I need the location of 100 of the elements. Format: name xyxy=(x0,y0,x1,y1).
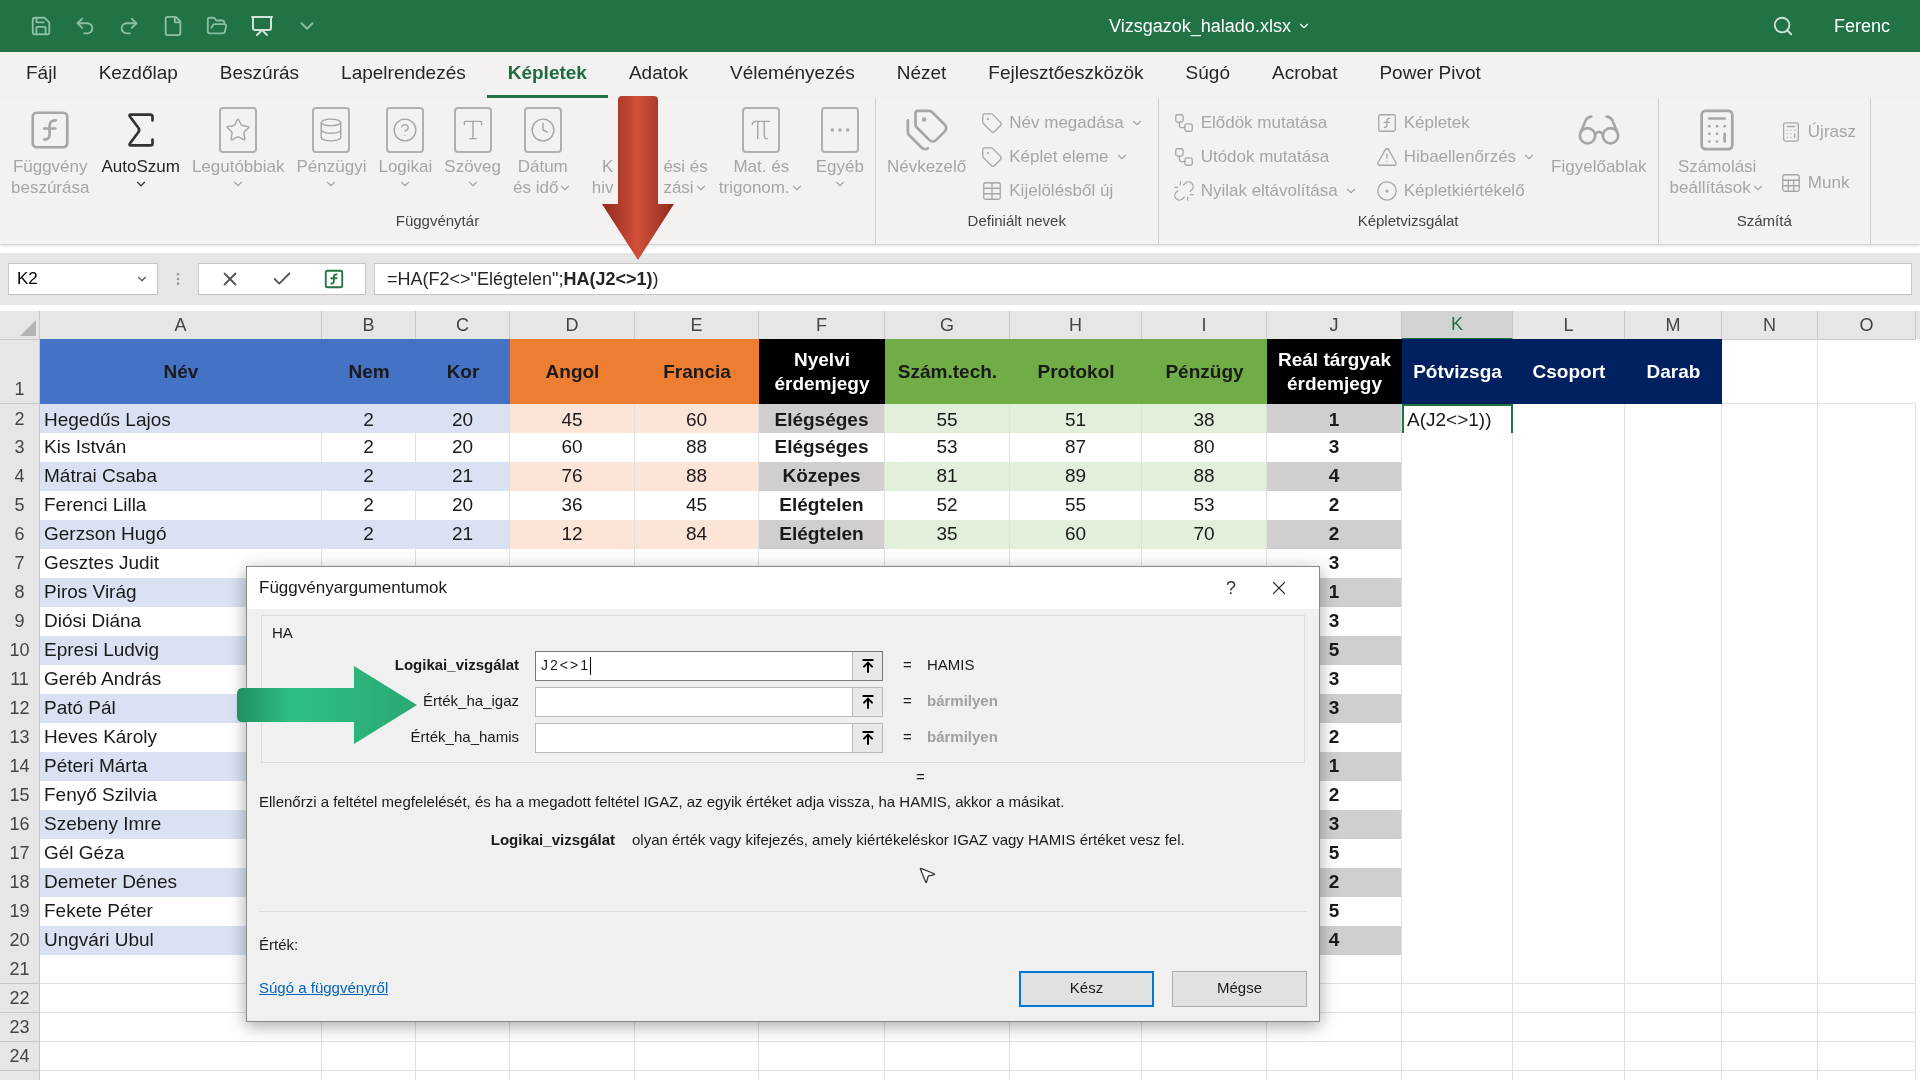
trace-icon xyxy=(1172,146,1195,168)
ribbon-tab[interactable]: Acrobat xyxy=(1250,52,1359,98)
table-cell: 76 xyxy=(510,462,635,492)
header-cell: Angol xyxy=(510,339,635,404)
equals-sign: = xyxy=(903,691,913,712)
row-header[interactable]: 11 xyxy=(0,665,40,695)
question-book-icon xyxy=(386,107,425,153)
group-label: Számítá xyxy=(1735,211,1793,231)
argument-description: olyan érték vagy kifejezés, amely kiértékeléskor IGAZ vagy HAMIS értéket vesz fel. xyxy=(632,829,1185,850)
argument-result: bármilyen xyxy=(927,691,998,712)
ribbon-tab[interactable]: Adatok xyxy=(607,52,710,98)
argument-field[interactable]: J2<>1 xyxy=(535,650,883,681)
row-header[interactable]: 1 xyxy=(0,339,40,404)
row-header[interactable]: 9 xyxy=(0,607,40,637)
text-cursor-icon xyxy=(589,656,591,675)
row-header[interactable]: 3 xyxy=(0,433,40,463)
function-icon[interactable] xyxy=(323,268,345,290)
header-cell: Csoport xyxy=(1513,339,1625,404)
table-cell: 52 xyxy=(885,491,1010,521)
table-cell: 84 xyxy=(635,520,759,550)
row-header[interactable]: 13 xyxy=(0,723,40,753)
argument-field[interactable] xyxy=(535,722,883,753)
table-cell: Elégséges xyxy=(759,433,885,463)
row-header[interactable]: 4 xyxy=(0,462,40,492)
dialog-button[interactable]: Kész xyxy=(1019,970,1154,1007)
column-header[interactable]: O xyxy=(1818,311,1916,340)
header-cell: Francia xyxy=(635,339,759,404)
help-button[interactable]: ? xyxy=(1211,574,1251,602)
ribbon-tab[interactable]: Lapelrendezés xyxy=(320,52,487,98)
equals-sign: = xyxy=(916,766,925,787)
help-link[interactable]: Súgó a függvényről xyxy=(259,977,1019,1000)
equals-sign: = xyxy=(903,655,913,676)
folder-icon[interactable] xyxy=(206,15,228,37)
remove-arrows-icon xyxy=(1172,180,1195,202)
table-cell: 55 xyxy=(1010,491,1142,521)
argument-result: HAMIS xyxy=(927,655,975,676)
row-header[interactable]: 17 xyxy=(0,839,40,869)
function-icon xyxy=(1375,112,1398,134)
save-icon[interactable] xyxy=(30,15,52,37)
dialog-button[interactable]: Mégse xyxy=(1172,970,1307,1007)
table-cell: Mátrai Csaba xyxy=(40,462,322,492)
sheet-icon xyxy=(1779,171,1802,194)
table-cell: Ferenci Lilla xyxy=(40,491,322,521)
row-header[interactable]: 5 xyxy=(0,491,40,521)
row-header[interactable]: 19 xyxy=(0,897,40,927)
ribbon-tab[interactable]: Power Pivot xyxy=(1358,52,1502,98)
range-select-button[interactable] xyxy=(852,687,882,716)
redo-icon[interactable] xyxy=(118,15,140,37)
row-header[interactable]: 16 xyxy=(0,810,40,840)
argument-field[interactable] xyxy=(535,686,883,717)
argument-result: bármilyen xyxy=(927,727,998,748)
row-header[interactable]: 14 xyxy=(0,752,40,782)
argument-name: Logikai_vizsgálat xyxy=(489,829,615,850)
search-icon[interactable] xyxy=(1771,15,1794,37)
table-cell: 2 xyxy=(1267,491,1402,521)
row-header[interactable]: 12 xyxy=(0,694,40,724)
name-box[interactable]: K2 xyxy=(8,263,158,295)
table-cell: 2 xyxy=(322,520,416,550)
ribbon-tab[interactable]: Kezdőlap xyxy=(77,52,199,98)
table-icon xyxy=(981,180,1004,202)
tag-icon xyxy=(903,107,950,153)
ribbon-tab[interactable]: Súgó xyxy=(1164,52,1251,98)
row-header[interactable]: 24 xyxy=(0,1042,40,1071)
row-header[interactable]: 22 xyxy=(0,984,40,1013)
table-cell: 3 xyxy=(1267,433,1402,463)
row-header[interactable]: 23 xyxy=(0,1013,40,1042)
row-header[interactable]: 7 xyxy=(0,549,40,579)
ribbon-tab[interactable]: Nézet xyxy=(875,52,968,98)
ribbon-tab[interactable]: Véleményezés xyxy=(709,52,876,98)
screen-icon[interactable] xyxy=(250,14,274,38)
table-cell: 88 xyxy=(635,462,759,492)
pi-book-icon xyxy=(742,107,781,153)
row-header[interactable]: 8 xyxy=(0,578,40,608)
header-cell: Protokol xyxy=(1010,339,1142,404)
row-header[interactable]: 10 xyxy=(0,636,40,666)
range-select-button[interactable] xyxy=(852,723,882,752)
row-header[interactable]: 6 xyxy=(0,520,40,550)
header-cell: Kor xyxy=(416,339,510,404)
user-name[interactable]: Ferenc xyxy=(1833,12,1890,40)
argument-label: Logikai_vizsgálat xyxy=(393,655,520,676)
table-cell: 2 xyxy=(322,433,416,463)
undo-icon[interactable] xyxy=(74,15,96,37)
argument-label: Érték_ha_hamis xyxy=(409,727,520,748)
range-select-button[interactable] xyxy=(852,651,882,680)
header-cell: Nem xyxy=(322,339,416,404)
formula-field[interactable]: =HA(F2<>"Elégtelen";HA(J2<>1)) xyxy=(374,263,1912,295)
tag-icon xyxy=(981,112,1004,134)
row-header[interactable]: 21 xyxy=(0,955,40,984)
column-header[interactable]: N xyxy=(1722,311,1818,340)
row-header[interactable]: 15 xyxy=(0,781,40,811)
ribbon-button[interactable]: AutoSzum xyxy=(96,104,185,210)
column-header[interactable]: K xyxy=(1402,311,1513,340)
table-cell: 70 xyxy=(1142,520,1267,550)
ribbon-tab[interactable]: Fejlesztőeszközök xyxy=(967,52,1165,98)
row-header[interactable]: 20 xyxy=(0,926,40,956)
ribbon-tab[interactable]: Fájl xyxy=(5,52,78,98)
row-header[interactable]: 18 xyxy=(0,868,40,898)
ribbon-tab[interactable]: Beszúrás xyxy=(198,52,321,98)
new-file-icon[interactable] xyxy=(162,15,184,37)
table-cell: 80 xyxy=(1142,433,1267,463)
